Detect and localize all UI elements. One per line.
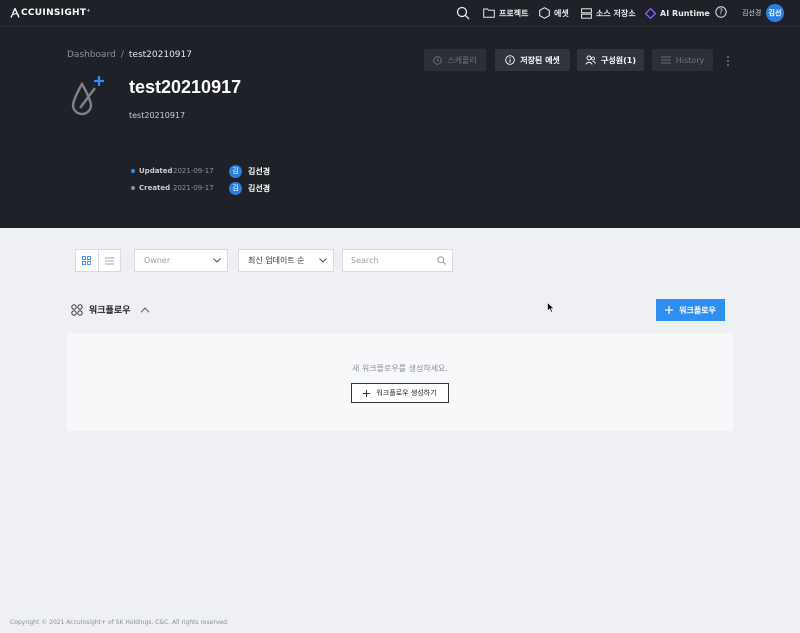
sort-select[interactable]: 최신 업데이트 순 <box>238 249 334 272</box>
workflow-empty-state: 새 워크플로우를 생성하세요. 워크플로우 생성하기 <box>67 333 733 431</box>
mouse-cursor-icon <box>547 302 555 313</box>
users-icon <box>585 55 596 65</box>
help-icon[interactable]: ? <box>715 6 727 18</box>
breadcrumb-dashboard-link[interactable]: Dashboard <box>67 50 116 60</box>
ai-runtime-icon <box>645 7 656 19</box>
list-icon <box>660 56 671 64</box>
footer-copyright: Copyright © 2021 AccuInsight+ of SK Hold… <box>10 619 229 626</box>
top-navigation-bar: CCUINSIGHT + 프로젝트 에셋 소스 저장소 AI Runtime ?… <box>0 0 800 26</box>
nav-item-source-repo[interactable]: 소스 저장소 <box>581 6 636 20</box>
status-dot <box>131 186 135 190</box>
logo-trademark: + <box>86 7 91 14</box>
plus-icon <box>665 306 674 314</box>
add-workflow-button[interactable]: 워크플로우 <box>656 299 725 321</box>
avatar: 김 <box>229 164 242 178</box>
search-box <box>342 249 453 272</box>
clock-icon <box>433 55 443 65</box>
updated-by: 김선경 <box>248 166 271 176</box>
project-description: test20210917 <box>129 111 186 120</box>
members-button[interactable]: 구성원(1) <box>577 49 644 71</box>
list-icon <box>104 257 114 264</box>
workflow-icon <box>71 303 83 316</box>
created-label: Created <box>139 184 171 192</box>
sort-value: 최신 업데이트 순 <box>248 256 305 265</box>
folder-icon <box>483 8 495 18</box>
project-title: test20210917 <box>129 77 242 97</box>
search-icon[interactable] <box>456 6 470 20</box>
scheduler-button[interactable]: 스케줄러 <box>424 49 486 71</box>
view-toggle <box>75 249 121 272</box>
updated-date: 2021-09-17 <box>173 167 214 175</box>
owner-placeholder: Owner <box>144 256 171 265</box>
empty-message: 새 워크플로우를 생성하세요. <box>352 364 448 373</box>
plus-icon <box>363 389 371 397</box>
list-view-button[interactable] <box>97 250 120 271</box>
nav-item-projects[interactable]: 프로젝트 <box>483 6 528 20</box>
user-name[interactable]: 김선경 <box>742 8 761 18</box>
scheduler-label: 스케줄러 <box>447 55 477 65</box>
create-workflow-button[interactable]: 워크플로우 생성하기 <box>351 383 449 403</box>
server-icon <box>581 7 592 19</box>
project-icon <box>71 76 104 116</box>
svg-text:?: ? <box>719 8 723 17</box>
updated-meta: Updated 2021-09-17 김 김선경 <box>131 164 270 178</box>
section-title: 워크플로우 <box>89 306 131 316</box>
app-logo[interactable]: CCUINSIGHT + <box>10 8 91 18</box>
saved-assets-label: 저장된 에셋 <box>520 55 560 65</box>
project-header: Dashboard / test20210917 스케줄러 저장된 에셋 구성원(1… <box>0 26 800 228</box>
updated-label: Updated <box>139 167 173 175</box>
grid-view-button[interactable] <box>76 250 98 271</box>
history-button[interactable]: History <box>652 49 713 71</box>
created-by: 김선경 <box>248 183 271 193</box>
workflow-section-header: 워크플로우 <box>71 303 150 316</box>
user-avatar[interactable]: 김선 <box>766 4 784 22</box>
hexagon-icon <box>539 7 550 19</box>
add-workflow-label: 워크플로우 <box>679 305 716 315</box>
chevron-down-icon <box>213 258 221 263</box>
nav-item-ai-runtime[interactable]: AI Runtime <box>645 6 710 20</box>
create-workflow-label: 워크플로우 생성하기 <box>376 389 437 397</box>
avatar: 김 <box>229 181 242 195</box>
created-date: 2021-09-17 <box>173 184 214 192</box>
logo-text: CCUINSIGHT <box>21 8 87 18</box>
more-options-icon[interactable] <box>726 55 730 67</box>
nav-item-label: AI Runtime <box>660 8 710 18</box>
search-icon[interactable] <box>437 256 446 265</box>
created-meta: Created 2021-09-17 김 김선경 <box>131 181 270 195</box>
status-dot <box>131 169 135 173</box>
owner-select[interactable]: Owner <box>134 249 228 272</box>
saved-assets-button[interactable]: 저장된 에셋 <box>495 49 570 71</box>
chevron-down-icon <box>319 258 327 263</box>
search-input[interactable] <box>351 256 431 265</box>
grid-icon <box>82 256 92 265</box>
chevron-up-icon[interactable] <box>140 306 150 313</box>
nav-item-assets[interactable]: 에셋 <box>539 6 569 20</box>
logo-mark-icon <box>10 8 20 18</box>
history-label: History <box>675 55 705 65</box>
breadcrumb-current: test20210917 <box>128 50 192 60</box>
members-label: 구성원(1) <box>601 55 636 65</box>
nav-item-label: 소스 저장소 <box>596 8 636 18</box>
info-icon <box>505 55 515 65</box>
nav-item-label: 프로젝트 <box>499 8 529 18</box>
breadcrumb-separator: / <box>120 50 124 60</box>
nav-item-label: 에셋 <box>554 8 569 18</box>
breadcrumb: Dashboard / test20210917 <box>67 50 192 60</box>
